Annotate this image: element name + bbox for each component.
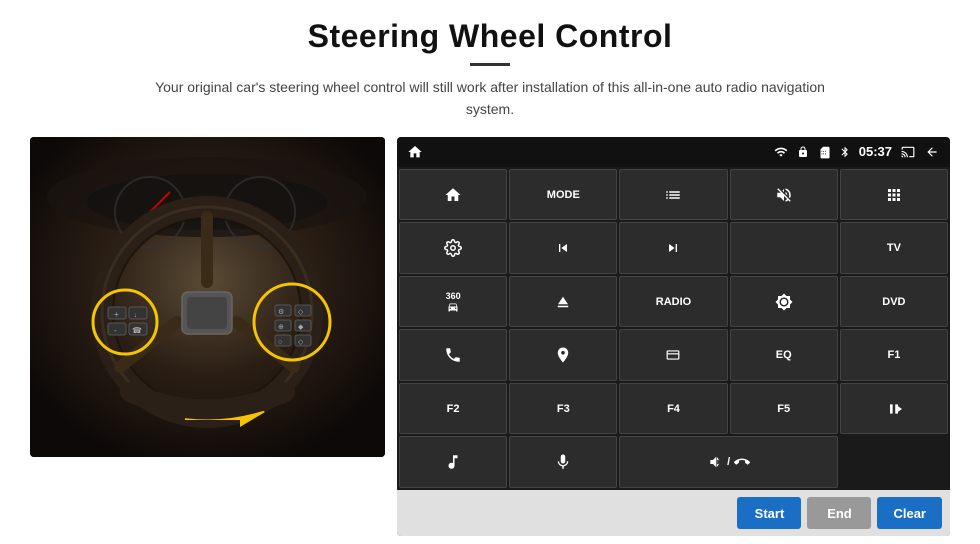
wifi-icon [773, 145, 789, 159]
svg-text:⊕: ⊕ [278, 324, 284, 331]
btn-eject[interactable] [509, 276, 617, 328]
btn-mic[interactable] [509, 436, 617, 488]
btn-nav[interactable] [509, 329, 617, 381]
home-icon [407, 144, 423, 160]
btn-prev[interactable] [509, 222, 617, 274]
cast-icon [900, 145, 916, 159]
btn-f1[interactable]: F1 [840, 329, 948, 381]
home-btn-icon [444, 186, 462, 204]
start-button[interactable]: Start [737, 497, 801, 529]
button-grid: MODE [397, 167, 950, 490]
music-icon [444, 453, 462, 471]
next-icon [662, 240, 684, 256]
steering-wheel-image: + - ♩ ☎ ⚙ ◇ ⊕ ◆ [30, 137, 385, 457]
svg-text:◇: ◇ [298, 339, 304, 346]
svg-text:♩: ♩ [134, 312, 141, 319]
play-pause-icon [884, 401, 904, 417]
svg-text:-: - [114, 326, 117, 335]
svg-text:+: + [114, 310, 119, 319]
svg-text:◇: ◇ [298, 309, 304, 316]
btn-radio[interactable]: RADIO [619, 276, 727, 328]
phone-icon [444, 346, 462, 364]
btn-list[interactable] [619, 169, 727, 221]
btn-home[interactable] [399, 169, 507, 221]
btn-vol-phone[interactable]: / [619, 436, 837, 488]
eject-icon [554, 293, 572, 311]
list-icon [664, 186, 682, 204]
phone-hang-icon [734, 454, 750, 470]
btn-f5[interactable]: F5 [730, 383, 838, 435]
head-unit-panel: 05:37 [397, 137, 950, 536]
header-section: Steering Wheel Control Your original car… [0, 0, 980, 129]
status-bar: 05:37 [397, 137, 950, 167]
subtitle: Your original car's steering wheel contr… [140, 76, 840, 121]
btn-settings-circle[interactable] [399, 222, 507, 274]
title-divider [470, 63, 510, 66]
page-title: Steering Wheel Control [40, 18, 940, 55]
clear-button[interactable]: Clear [877, 497, 942, 529]
apps-icon [885, 186, 903, 204]
btn-play-pause[interactable] [840, 383, 948, 435]
vol-icon [707, 454, 723, 470]
btn-brightness[interactable] [730, 276, 838, 328]
sim-icon [817, 145, 831, 159]
btn-360[interactable]: 360 [399, 276, 507, 328]
prev-icon [552, 240, 574, 256]
back-icon [924, 145, 940, 159]
btn-f4[interactable]: F4 [619, 383, 727, 435]
btn-dvd[interactable]: DVD [840, 276, 948, 328]
mic-icon [554, 453, 572, 471]
btn-phone[interactable] [399, 329, 507, 381]
btn-mode[interactable]: MODE [509, 169, 617, 221]
btn-f2[interactable]: F2 [399, 383, 507, 435]
end-button[interactable]: End [807, 497, 871, 529]
main-content: + - ♩ ☎ ⚙ ◇ ⊕ ◆ [0, 129, 980, 544]
time-display: 05:37 [859, 144, 892, 159]
btn-empty [840, 436, 948, 488]
svg-text:☎: ☎ [132, 326, 142, 335]
brightness-icon [775, 293, 793, 311]
btn-apps[interactable] [840, 169, 948, 221]
btn-window[interactable] [619, 329, 727, 381]
svg-text:⚙: ⚙ [278, 308, 284, 316]
bottom-controls: Start End Clear [397, 490, 950, 536]
btn-eq[interactable]: EQ [730, 329, 838, 381]
status-right: 05:37 [773, 144, 940, 159]
settings-circle-icon [444, 239, 462, 257]
btn-tv[interactable] [730, 222, 838, 274]
window-icon [662, 348, 684, 362]
btn-f3[interactable]: F3 [509, 383, 617, 435]
status-left [407, 144, 423, 160]
svg-text:○: ○ [278, 339, 282, 346]
page-container: Steering Wheel Control Your original car… [0, 0, 980, 544]
bluetooth-icon [839, 145, 851, 159]
sw-background: + - ♩ ☎ ⚙ ◇ ⊕ ◆ [30, 137, 385, 457]
car-icon [444, 301, 462, 313]
navigation-icon [554, 346, 572, 364]
btn-mute[interactable] [730, 169, 838, 221]
btn-media[interactable]: TV [840, 222, 948, 274]
mute-icon [775, 186, 793, 204]
lock-icon [797, 145, 809, 159]
btn-music[interactable] [399, 436, 507, 488]
btn-next[interactable] [619, 222, 727, 274]
svg-text:◆: ◆ [298, 324, 304, 331]
